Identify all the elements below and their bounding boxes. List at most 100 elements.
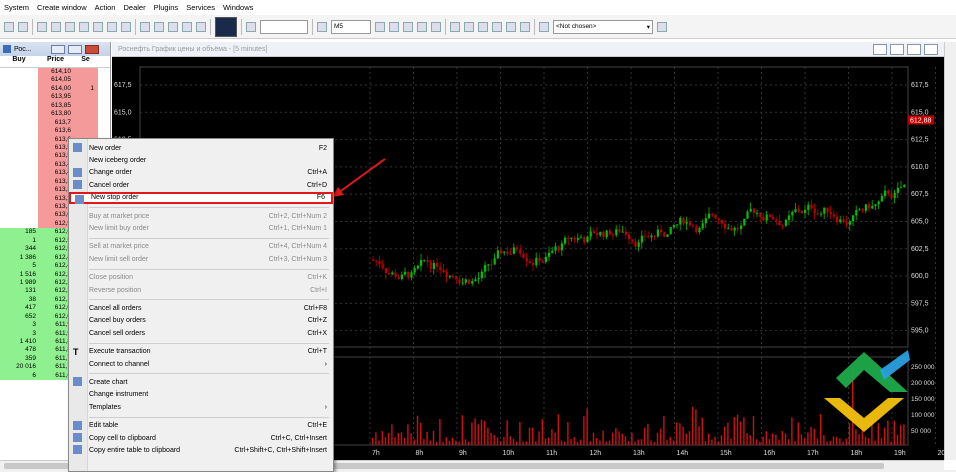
minimize-button[interactable] <box>890 43 904 55</box>
price-tick-label: 610,0 <box>911 164 929 171</box>
buy-cell <box>0 186 38 194</box>
text-tool-icon[interactable] <box>154 21 164 32</box>
hand-icon[interactable] <box>182 21 192 32</box>
menu-item-label: Change order <box>89 169 132 177</box>
buy-cell <box>0 161 38 169</box>
instrument-icon[interactable] <box>539 21 549 32</box>
lock-icon[interactable] <box>168 21 178 32</box>
context-item-new-stop-order[interactable]: New stop order F6 <box>69 191 333 204</box>
sell-cell <box>73 101 98 111</box>
context-item-copy-cell-to-clipboard[interactable]: Copy cell to clipboard Ctrl+C, Ctrl+Inser… <box>69 432 333 444</box>
context-item-new-order[interactable]: New order F2 <box>69 142 333 154</box>
maximize-button[interactable] <box>907 43 921 55</box>
positions-icon[interactable] <box>93 21 103 32</box>
menu-action[interactable]: Action <box>91 3 120 12</box>
link-icon[interactable] <box>417 21 427 32</box>
column-header-sell[interactable]: Se <box>73 56 98 67</box>
candle-body <box>410 272 413 278</box>
folder-icon[interactable] <box>492 21 502 32</box>
user-icon[interactable] <box>657 21 667 32</box>
context-item-cancel-sell-orders[interactable]: Cancel sell orders Ctrl+X <box>69 327 333 339</box>
candle-body <box>794 209 797 212</box>
menu-services[interactable]: Services <box>182 3 219 12</box>
stop-hand-icon[interactable] <box>196 21 206 32</box>
ask-row[interactable]: 613,85 <box>0 101 110 111</box>
ask-row[interactable]: 613,80 <box>0 110 110 119</box>
pencil-icon[interactable] <box>431 21 441 32</box>
news-icon[interactable] <box>107 21 117 32</box>
print-icon[interactable] <box>506 21 516 32</box>
candle-body <box>503 251 506 254</box>
context-item-cancel-order[interactable]: Cancel order Ctrl+D <box>69 179 333 191</box>
close-button[interactable] <box>924 43 938 55</box>
context-item-new-iceberg-order[interactable]: New iceberg order <box>69 154 333 166</box>
zoom-in-icon[interactable] <box>389 21 399 32</box>
menu-system[interactable]: System <box>0 3 33 12</box>
timeframe-select[interactable]: M5 <box>331 19 371 34</box>
buy-cell <box>0 203 38 211</box>
candle-body <box>429 261 432 269</box>
candle-body <box>826 207 829 213</box>
bar-chart-icon[interactable] <box>317 21 327 32</box>
price-tick-label: 617,5 <box>911 82 929 89</box>
volume-bar <box>653 441 655 445</box>
column-header-price[interactable]: Price <box>38 56 73 67</box>
ask-row[interactable]: 613,6 <box>0 127 110 136</box>
candle-body <box>532 262 535 266</box>
context-item-change-order[interactable]: Change order Ctrl+A <box>69 167 333 179</box>
connect-icon[interactable] <box>4 21 14 32</box>
save-icon[interactable] <box>478 21 488 32</box>
context-item-connect-to-channel[interactable]: Connect to channel › <box>69 358 333 370</box>
menu-item-shortcut: Ctrl+X <box>307 329 327 337</box>
copy-window-icon[interactable] <box>464 21 474 32</box>
chart-titlebar[interactable]: Роснефть График цены и объёма - [5 minut… <box>112 42 944 57</box>
context-item-copy-entire-table-to-clipboard[interactable]: Copy entire table to clipboard Ctrl+Shift… <box>69 444 333 456</box>
context-item-execute-transaction[interactable]: T Execute transaction Ctrl+T <box>69 346 333 358</box>
settings-icon[interactable] <box>520 21 530 32</box>
context-item-cancel-all-orders[interactable]: Cancel all orders Ctrl+F8 <box>69 302 333 314</box>
ask-row[interactable]: 614,00 1 <box>0 84 110 94</box>
menu-create-window[interactable]: Create window <box>33 3 91 12</box>
candle-body <box>672 224 675 228</box>
info-icon[interactable] <box>140 21 150 32</box>
price-tick-label: 607,5 <box>911 191 929 198</box>
context-item-templates[interactable]: Templates › <box>69 401 333 413</box>
ask-row[interactable]: 614,05 <box>0 76 110 85</box>
candle-body <box>372 259 375 261</box>
ask-row[interactable]: 613,7 <box>0 118 110 128</box>
alerts-icon[interactable] <box>121 21 131 32</box>
orderbook-titlebar[interactable]: Рос... <box>0 42 110 56</box>
table-icon[interactable] <box>37 21 47 32</box>
column-header-buy[interactable]: Buy <box>0 56 38 67</box>
trades-icon[interactable] <box>65 21 75 32</box>
context-item-edit-table[interactable]: Edit table Ctrl+E <box>69 420 333 432</box>
instrument-select[interactable]: <Not chosen> ▾ <box>553 19 653 34</box>
chart-settings-button[interactable] <box>873 43 887 55</box>
minimize-button[interactable] <box>51 44 65 54</box>
ask-row[interactable]: 613,95 <box>0 93 110 102</box>
menu-dealer[interactable]: Dealer <box>119 3 149 12</box>
context-item-change-instrument[interactable]: Change instrument <box>69 389 333 401</box>
search-input[interactable] <box>260 19 308 34</box>
menu-plugins[interactable]: Plugins <box>150 3 183 12</box>
disconnect-icon[interactable] <box>18 21 28 32</box>
vertical-scrollbar[interactable] <box>944 42 956 460</box>
menu-windows[interactable]: Windows <box>219 3 257 12</box>
candle-body <box>480 271 483 279</box>
close-button[interactable] <box>85 44 99 54</box>
search-icon[interactable] <box>246 21 256 32</box>
terminal-logo[interactable] <box>215 16 237 37</box>
zoom-out-icon[interactable] <box>403 21 413 32</box>
orders-icon[interactable] <box>51 21 61 32</box>
volume-bar <box>589 441 591 445</box>
candle-body <box>461 282 464 284</box>
orderbook-title: Рос... <box>14 45 32 53</box>
context-item-cancel-buy-orders[interactable]: Cancel buy orders Ctrl+Z <box>69 315 333 327</box>
maximize-button[interactable] <box>68 44 82 54</box>
window-icon[interactable] <box>450 21 460 32</box>
volume-bar <box>490 433 492 445</box>
context-item-create-chart[interactable]: Create chart <box>69 376 333 388</box>
portfolio-icon[interactable] <box>79 21 89 32</box>
ask-row[interactable]: 614,10 <box>0 68 110 77</box>
crosshair-icon[interactable] <box>375 21 385 32</box>
